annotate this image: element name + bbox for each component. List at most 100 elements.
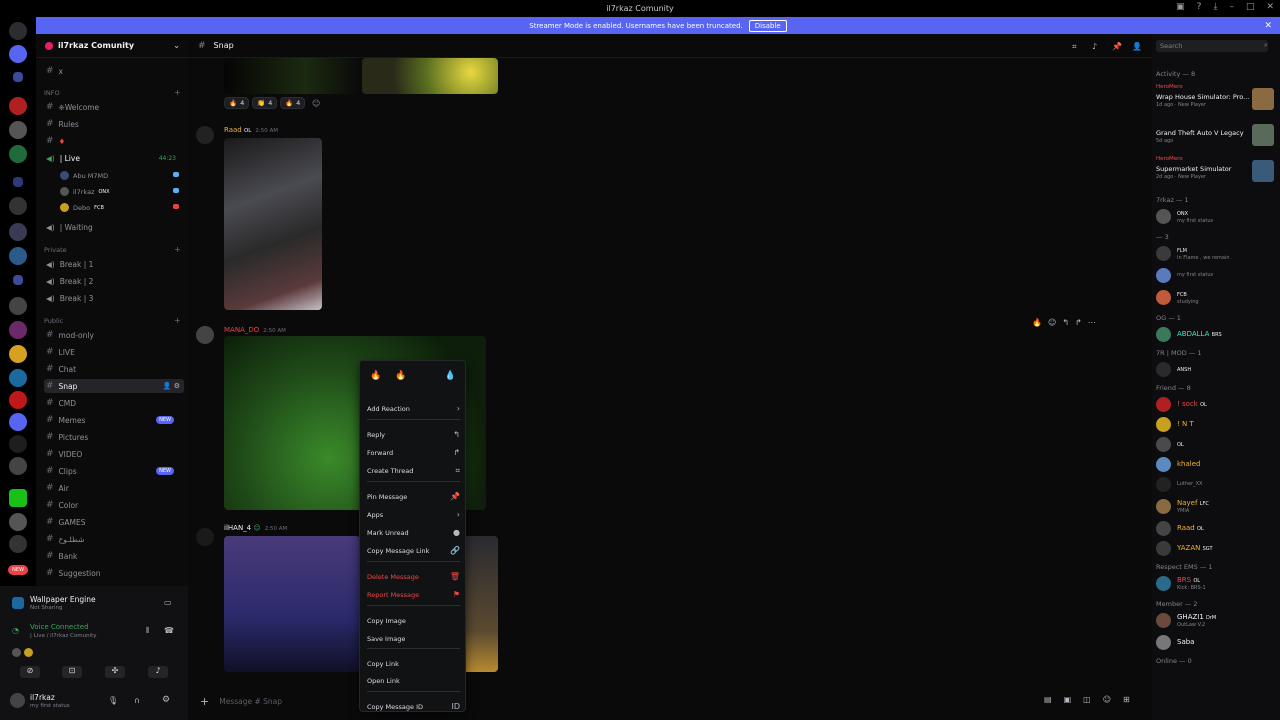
menu-item-copy-image[interactable]: Copy Image <box>365 613 462 628</box>
gif-icon[interactable]: ▣ <box>1064 695 1072 704</box>
maximize-icon[interactable]: □ <box>1246 2 1255 12</box>
disable-button[interactable]: Disable <box>748 19 787 32</box>
add-channel-icon[interactable]: + <box>174 245 181 254</box>
server-icon[interactable] <box>9 513 27 531</box>
activity-card[interactable]: Grand Theft Auto V Legacy 5d ago <box>1156 120 1276 150</box>
member-list-icon[interactable]: 👤 <box>1132 42 1142 51</box>
download-icon[interactable]: ⤓ <box>1213 2 1217 12</box>
chevron-down-icon[interactable]: ⌄ <box>173 41 180 50</box>
menu-item-save-image[interactable]: Save Image <box>365 631 462 646</box>
channel-unnamed[interactable]: # ♦ <box>44 134 184 148</box>
server-icon[interactable] <box>9 145 27 163</box>
menu-item-mark-unread[interactable]: Mark Unread ● <box>365 525 462 540</box>
folder-icon[interactable] <box>13 72 23 82</box>
invite-icon[interactable]: 👤 ⚙ <box>163 382 180 390</box>
gift-icon[interactable]: ▤ <box>1044 695 1052 704</box>
channel-item[interactable]: # Color <box>44 498 184 512</box>
screen-share-icon[interactable]: ▭ <box>164 598 172 607</box>
server-icon[interactable] <box>9 391 27 409</box>
quick-reaction[interactable]: 💧 <box>444 371 455 381</box>
server-icon[interactable] <box>9 413 27 431</box>
menu-item-create-thread[interactable]: Create Thread ⌗ <box>365 463 462 478</box>
voice-user[interactable]: il7rkaz ONX <box>60 187 110 196</box>
add-channel-icon[interactable]: + <box>174 316 181 325</box>
apps-icon[interactable]: ⊞ <box>1123 695 1130 704</box>
noise-suppression-icon[interactable]: ⦀ <box>146 626 150 636</box>
menu-item-apps[interactable]: Apps › <box>365 507 462 522</box>
channel-item[interactable]: # Pictures <box>44 430 184 444</box>
attach-plus-icon[interactable]: + <box>200 695 209 708</box>
channel-item[interactable]: # Snap 👤 ⚙ <box>44 379 184 393</box>
server-icon[interactable] <box>9 45 27 63</box>
react-icon[interactable]: ☺ <box>1048 318 1056 327</box>
message-author[interactable]: ilHAN_4 ☺ 2:50 AM <box>224 524 287 532</box>
sticker-icon[interactable]: ◫ <box>1083 695 1091 704</box>
user-avatar[interactable] <box>10 693 25 708</box>
member-item[interactable]: Nayef LFC YMIA <box>1156 497 1276 515</box>
reaction-fire[interactable]: 🔥 4 <box>280 97 306 109</box>
add-reaction-icon[interactable]: ☺ <box>312 99 320 108</box>
server-header[interactable]: il7rkaz Comunity ⌄ <box>36 34 188 58</box>
close-window-icon[interactable]: ✕ <box>1266 2 1274 12</box>
server-icon[interactable] <box>9 297 27 315</box>
menu-item-pin-message[interactable]: Pin Message 📌 <box>365 489 462 504</box>
member-item[interactable]: GHAZI1 DrM OutLaw V.2 <box>1156 611 1276 629</box>
menu-item-open-link[interactable]: Open Link <box>365 673 462 688</box>
more-icon[interactable]: ⋯ <box>1088 318 1096 327</box>
channel-item[interactable]: # Bank <box>44 549 184 563</box>
react-fire-icon[interactable]: 🔥 <box>1032 318 1042 327</box>
voice-channel-live[interactable]: ◀) | Live 44:23 <box>44 151 184 165</box>
server-icon[interactable] <box>9 321 27 339</box>
composer-input[interactable]: Message # Snap <box>219 697 282 706</box>
category-info[interactable]: INFO <box>44 89 60 97</box>
settings-gear-icon[interactable]: ⚙ <box>162 695 170 705</box>
voice-channel-waiting[interactable]: ◀) | Waiting <box>44 220 184 234</box>
channel-item[interactable]: # Chat <box>44 362 184 376</box>
server-icon[interactable] <box>9 247 27 265</box>
voice-channel-break-3[interactable]: ◀) Break | 3 <box>44 291 184 305</box>
voice-channel-break-2[interactable]: ◀) Break | 2 <box>44 274 184 288</box>
server-icon[interactable] <box>9 121 27 139</box>
message-image[interactable] <box>224 536 360 672</box>
voice-location[interactable]: | Live / il7rkaz Comunity <box>30 633 97 639</box>
discord-home-icon[interactable] <box>9 22 27 40</box>
folder-icon[interactable] <box>13 275 23 285</box>
message-author[interactable]: Raad OL 2:50 AM <box>224 126 278 134</box>
channel-welcome[interactable]: # ❈Welcome <box>44 100 184 114</box>
voice-channel-break-1[interactable]: ◀) Break | 1 <box>44 257 184 271</box>
activity-card[interactable]: HeroMero Wrap House Simulator: Pro... 1d a… <box>1156 84 1276 114</box>
pin-icon[interactable]: 📌 <box>1112 42 1122 51</box>
server-icon[interactable] <box>9 97 27 115</box>
quick-reaction[interactable]: 🔥 <box>395 371 406 381</box>
share-screen-icon[interactable]: ⊡ <box>62 666 82 678</box>
search-input[interactable]: Search <box>1156 40 1268 52</box>
member-item[interactable]: FCB studying <box>1156 288 1276 306</box>
minimize-icon[interactable]: – <box>1229 2 1234 12</box>
member-item[interactable]: ! sock OL <box>1156 395 1276 413</box>
emoji-icon[interactable]: ☺ <box>1103 695 1111 704</box>
message-image[interactable] <box>362 58 498 94</box>
member-item[interactable]: ! N T <box>1156 415 1276 433</box>
voice-user[interactable]: Debo FCB <box>60 203 104 212</box>
menu-item-forward[interactable]: Forward ↱ <box>365 445 462 460</box>
activities-icon[interactable]: ✣ <box>105 666 125 678</box>
menu-item-report-message[interactable]: Report Message ⚑ <box>365 587 462 602</box>
user-status[interactable]: my first status <box>30 703 70 709</box>
channel-x[interactable]: # x <box>44 64 184 78</box>
author-avatar[interactable] <box>196 326 214 344</box>
member-item[interactable]: Raad OL <box>1156 519 1276 537</box>
channel-item[interactable]: # Clips NEW <box>44 464 184 478</box>
signal-icon[interactable]: ◔ <box>12 626 19 635</box>
menu-item-copy-message-link[interactable]: Copy Message Link 🔗 <box>365 543 462 558</box>
threads-icon[interactable]: ⌗ <box>1072 42 1077 52</box>
menu-item-delete-message[interactable]: Delete Message 🗑 <box>365 569 462 584</box>
member-item[interactable]: YAZAN SGT <box>1156 539 1276 557</box>
member-item[interactable]: ABDALLA BRS <box>1156 325 1276 343</box>
voice-connected-label[interactable]: Voice Connected <box>30 623 89 631</box>
server-icon[interactable] <box>9 457 27 475</box>
channel-item[interactable]: # VIDEO <box>44 447 184 461</box>
server-icon[interactable] <box>9 345 27 363</box>
server-icon[interactable] <box>9 369 27 387</box>
member-item[interactable]: my first status <box>1156 266 1276 284</box>
voice-user[interactable]: Abu M7MD <box>60 171 108 180</box>
